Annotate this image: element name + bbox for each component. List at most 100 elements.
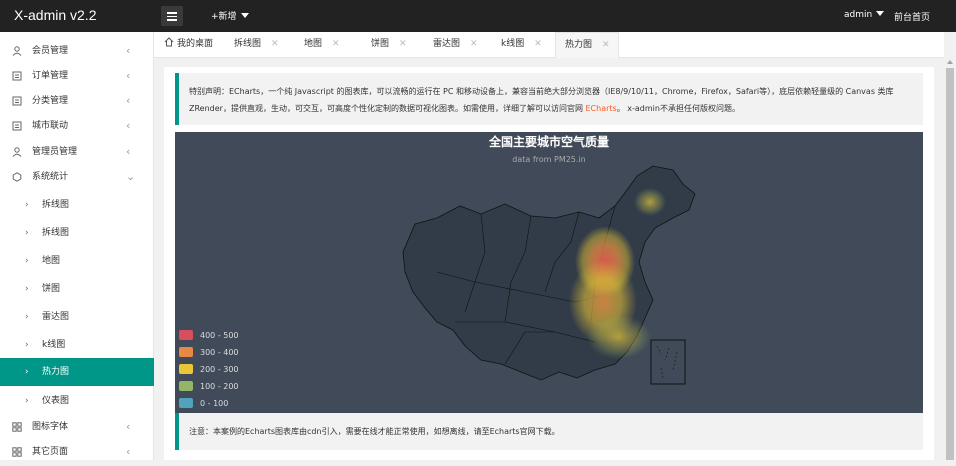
close-icon[interactable]: ✕	[602, 40, 610, 50]
sidebar-sub-gauge[interactable]: › 仪表图	[0, 387, 154, 415]
sidebar-item-label: 分类管理	[32, 96, 69, 106]
tab-label: 我的桌面	[177, 39, 214, 49]
tab-map[interactable]: 地图 ✕	[304, 32, 340, 58]
caret-down-icon	[240, 13, 249, 18]
sidebar-item-label: 拆线图	[42, 200, 70, 210]
sidebar-item-orders[interactable]: 订单管理 ‹	[0, 62, 154, 90]
south-sea-inset	[650, 339, 686, 385]
sidebar-item-label: k线图	[42, 340, 66, 350]
main-content: 特别声明：ECharts，一个纯 Javascript 的图表库，可以流畅的运行…	[164, 67, 934, 460]
chevron-right-icon: ›	[25, 340, 29, 350]
chevron-down-icon: ⌄	[126, 170, 136, 183]
scrollbar-thumb[interactable]	[946, 68, 954, 460]
grid-icon	[12, 447, 22, 457]
tab-label: k线图	[501, 39, 525, 49]
tab-label: 饼图	[371, 39, 390, 49]
sidebar-item-label: 订单管理	[32, 71, 69, 81]
sidebar-sub-line-chart-2[interactable]: › 拆线图	[0, 219, 154, 247]
tab-pie[interactable]: 饼图 ✕	[371, 32, 407, 58]
scroll-up-arrow-icon[interactable]	[947, 60, 953, 64]
chevron-left-icon: ‹	[126, 145, 131, 158]
sidebar-sub-radar[interactable]: › 雷达图	[0, 303, 154, 331]
tab-label: 地图	[304, 39, 323, 49]
sidebar-item-city[interactable]: 城市联动 ‹	[0, 112, 154, 140]
legend: 400 - 500 300 - 400 200 - 300 100 - 200 …	[179, 330, 239, 408]
app-logo[interactable]: X-admin v2.2	[14, 7, 96, 23]
legend-swatch[interactable]	[179, 398, 193, 408]
vertical-scrollbar[interactable]	[944, 58, 956, 460]
tab-radar[interactable]: 雷达图 ✕	[433, 32, 478, 58]
chevron-right-icon: ›	[25, 256, 29, 266]
chevron-left-icon: ‹	[126, 94, 131, 107]
china-map-heatmap: 全国主要城市空气质量 data from PM25.in 400 - 500 3…	[179, 134, 696, 408]
tab-kline[interactable]: k线图 ✕	[501, 32, 542, 58]
legend-swatch[interactable]	[179, 381, 193, 391]
tab-desktop[interactable]: 我的桌面	[164, 32, 213, 58]
sidebar-sub-map[interactable]: › 地图	[0, 247, 154, 275]
notice-text-end: 。 x-admin不承担任何版权问题。	[616, 104, 740, 113]
stats-icon	[12, 172, 22, 182]
cdn-note: 注意：本案例的Echarts图表库由cdn引入，需要在线才能正常使用，如想离线，…	[175, 413, 923, 450]
sidebar-item-label: 其它页面	[32, 447, 69, 457]
sidebar-item-label: 饼图	[42, 284, 61, 294]
legend-label: 200 - 300	[200, 365, 239, 374]
sidebar-item-label: 热力图	[42, 367, 70, 377]
legend-label: 0 - 100	[200, 399, 228, 408]
user-menu[interactable]: admin	[844, 10, 885, 20]
add-new-dropdown[interactable]: +新增	[211, 9, 249, 22]
chevron-right-icon: ›	[25, 284, 29, 294]
sidebar-item-categories[interactable]: 分类管理 ‹	[0, 87, 154, 115]
chevron-right-icon: ›	[25, 367, 29, 377]
category-icon	[12, 96, 22, 106]
sidebar-item-label: 图标字体	[32, 422, 69, 432]
sidebar-item-icon-fonts[interactable]: 图标字体 ‹	[0, 413, 154, 441]
admin-icon	[12, 147, 22, 157]
sidebar-item-label: 城市联动	[32, 121, 69, 131]
add-new-label: +新增	[211, 12, 237, 22]
heatmap-chart: 全国主要城市空气质量 data from PM25.in 400 - 500 3…	[175, 132, 923, 413]
close-icon[interactable]: ✕	[332, 39, 340, 49]
legend-swatch[interactable]	[179, 364, 193, 374]
close-icon[interactable]: ✕	[470, 39, 478, 49]
home-icon	[164, 37, 174, 47]
grid-icon	[12, 422, 22, 432]
chevron-right-icon: ›	[25, 312, 29, 322]
legend-swatch[interactable]	[179, 330, 193, 340]
close-icon[interactable]: ✕	[534, 39, 542, 49]
sidebar-sub-pie[interactable]: › 饼图	[0, 275, 154, 303]
tab-label: 拆线图	[234, 39, 262, 49]
disclaimer-notice: 特别声明：ECharts，一个纯 Javascript 的图表库，可以流畅的运行…	[175, 73, 923, 125]
south-sea-islands	[656, 345, 678, 379]
sidebar-item-label: 地图	[42, 256, 61, 266]
legend-label: 100 - 200	[200, 382, 239, 391]
sidebar-item-label: 系统统计	[32, 172, 69, 182]
legend-swatch[interactable]	[179, 347, 193, 357]
city-icon	[12, 121, 22, 131]
echarts-link[interactable]: ECharts	[586, 104, 617, 113]
sidebar-item-statistics[interactable]: 系统统计 ⌄	[0, 163, 154, 191]
sidebar-item-members[interactable]: 会员管理 ‹	[0, 37, 154, 65]
close-icon[interactable]: ✕	[399, 39, 407, 49]
legend-label: 400 - 500	[200, 331, 239, 340]
sidebar-sub-line-chart-1[interactable]: › 拆线图	[0, 191, 154, 219]
close-icon[interactable]: ✕	[271, 39, 279, 49]
sidebar-sub-heatmap[interactable]: › 热力图	[0, 358, 154, 386]
sidebar-sub-kline[interactable]: › k线图	[0, 331, 154, 359]
user-icon	[12, 46, 22, 56]
legend-label: 300 - 400	[200, 348, 239, 357]
front-page-link[interactable]: 前台首页	[894, 10, 930, 23]
tab-label: 雷达图	[433, 39, 461, 49]
sidebar-item-other-pages[interactable]: 其它页面 ‹	[0, 438, 154, 466]
chevron-left-icon: ‹	[126, 44, 131, 57]
chevron-left-icon: ‹	[126, 119, 131, 132]
chart-subtitle: data from PM25.in	[512, 155, 585, 164]
menu-toggle-button[interactable]	[161, 6, 183, 26]
sidebar-item-admins[interactable]: 管理员管理 ‹	[0, 138, 154, 166]
sidebar-item-label: 拆线图	[42, 228, 70, 238]
sidebar-item-label: 仪表图	[42, 396, 70, 406]
tab-line-chart[interactable]: 拆线图 ✕	[234, 32, 279, 58]
heat-spot-east	[587, 315, 651, 359]
sidebar-item-label: 雷达图	[42, 312, 70, 322]
tab-bar: 我的桌面 拆线图 ✕ 地图 ✕ 饼图 ✕ 雷达图 ✕ k线图 ✕ 热力图 ✕	[154, 32, 944, 58]
tab-heatmap[interactable]: 热力图 ✕	[555, 32, 619, 58]
